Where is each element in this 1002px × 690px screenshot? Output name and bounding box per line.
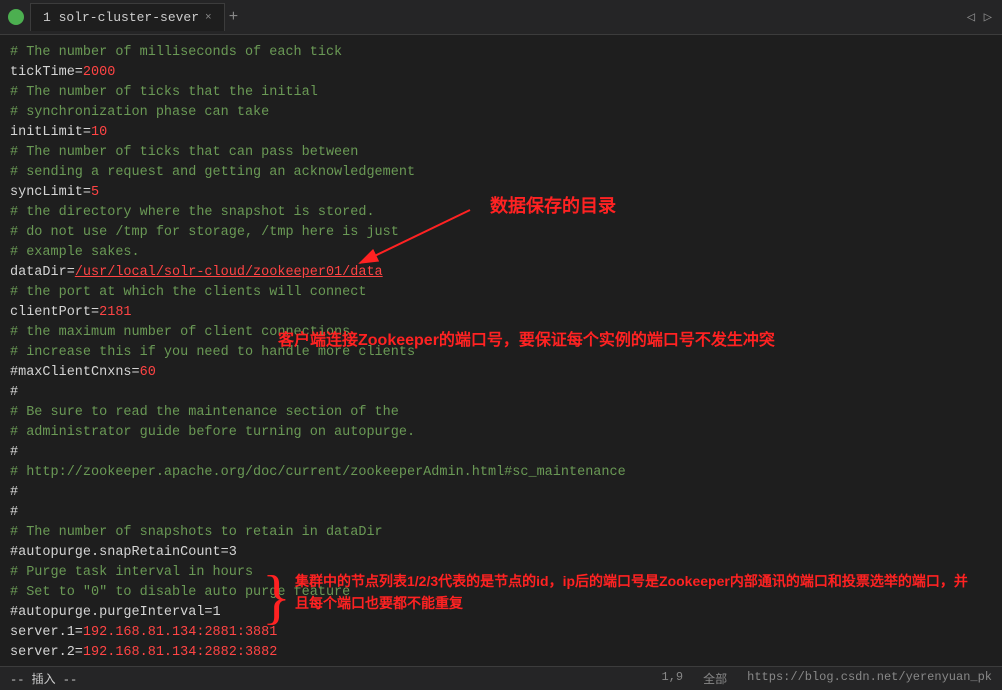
scroll-percent: 全部 — [703, 670, 727, 687]
code-line: # synchronization phase can take — [10, 103, 992, 123]
code-line: # do not use /tmp for storage, /tmp here… — [10, 223, 992, 243]
code-line: #autopurge.purgeInterval=1 — [10, 603, 992, 623]
code-line: # Purge task interval in hours — [10, 563, 992, 583]
code-line: # increase this if you need to handle mo… — [10, 343, 992, 363]
new-tab-button[interactable]: + — [229, 8, 239, 26]
code-line: # Set to "0" to disable auto purge featu… — [10, 583, 992, 603]
status-right: 1,9 全部 https://blog.csdn.net/yerenyuan_p… — [662, 670, 992, 687]
code-line: # — [10, 503, 992, 523]
code-line: # the maximum number of client connectio… — [10, 323, 992, 343]
active-tab[interactable]: 1 solr-cluster-sever × — [30, 3, 225, 31]
cursor-position: 1,9 — [662, 670, 684, 687]
code-line: # The number of ticks that the initial — [10, 83, 992, 103]
tab-label: 1 solr-cluster-sever — [43, 10, 199, 25]
code-line: server.1=192.168.81.134:2881:3881 — [10, 623, 992, 643]
code-line: dataDir=/usr/local/solr-cloud/zookeeper0… — [10, 263, 992, 283]
code-line: # The number of ticks that can pass betw… — [10, 143, 992, 163]
code-line: # administrator guide before turning on … — [10, 423, 992, 443]
code-line: # sending a request and getting an ackno… — [10, 163, 992, 183]
statusbar: -- 插入 -- 1,9 全部 https://blog.csdn.net/ye… — [0, 666, 1002, 690]
code-line: server.2=192.168.81.134:2882:3882 — [10, 643, 992, 663]
code-line: tickTime=2000 — [10, 63, 992, 83]
code-line: # example sakes. — [10, 243, 992, 263]
code-line: clientPort=2181 — [10, 303, 992, 323]
code-line: #maxClientCnxns=60 — [10, 363, 992, 383]
code-line: # — [10, 383, 992, 403]
window-icon — [8, 9, 24, 25]
code-line: # The number of milliseconds of each tic… — [10, 43, 992, 63]
code-line: #autopurge.snapRetainCount=3 — [10, 543, 992, 563]
code-line: # the directory where the snapshot is st… — [10, 203, 992, 223]
code-line: # The number of snapshots to retain in d… — [10, 523, 992, 543]
code-line: syncLimit=5 — [10, 183, 992, 203]
code-editor[interactable]: # The number of milliseconds of each tic… — [0, 35, 1002, 666]
code-line: # the port at which the clients will con… — [10, 283, 992, 303]
code-line: # — [10, 483, 992, 503]
code-line: # — [10, 443, 992, 463]
code-line: # http://zookeeper.apache.org/doc/curren… — [10, 463, 992, 483]
editor-mode: -- 插入 -- — [10, 670, 77, 687]
nav-arrows[interactable]: ◁ ▷ — [967, 9, 992, 26]
code-line: initLimit=10 — [10, 123, 992, 143]
blog-url: https://blog.csdn.net/yerenyuan_pk — [747, 670, 992, 687]
code-line: # Be sure to read the maintenance sectio… — [10, 403, 992, 423]
tab-close-button[interactable]: × — [205, 12, 212, 24]
titlebar: 1 solr-cluster-sever × + ◁ ▷ — [0, 0, 1002, 35]
